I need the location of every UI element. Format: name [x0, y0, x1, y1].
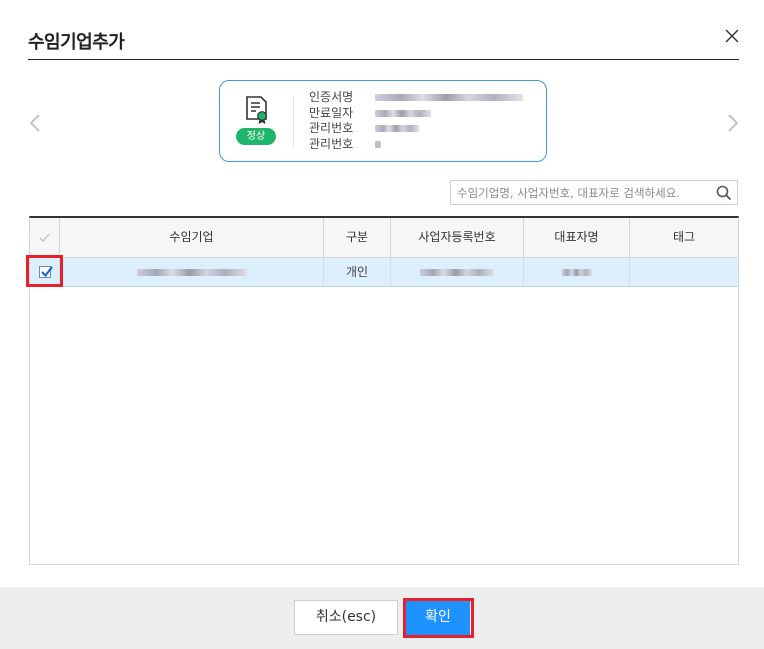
next-certificate-arrow-icon[interactable] [726, 112, 740, 134]
certificate-manage-no-label: 관리번호 [309, 121, 354, 135]
certificate-expiry-label: 만료일자 [309, 105, 354, 120]
search-input[interactable] [451, 181, 711, 204]
certificate-expiry-value-redacted [375, 109, 431, 117]
column-header-representative[interactable]: 대표자명 [524, 218, 630, 257]
client-company-table: 수임기업 구분 사업자등록번호 대표자명 태그 개인 [29, 216, 739, 565]
certificate-card[interactable]: 정상 인증서명 만료일자 관리번호 관리번호 [219, 80, 547, 162]
search-box[interactable] [450, 180, 738, 205]
business-number-redacted [420, 268, 494, 276]
title-divider [28, 59, 739, 60]
dialog-title: 수임기업추가 [28, 32, 125, 53]
certificate-manage-no-value-2-redacted [375, 140, 381, 148]
close-icon[interactable] [724, 28, 740, 44]
row-representative-cell [524, 258, 630, 286]
certificate-manage-no-value-redacted [375, 125, 419, 133]
row-type-cell: 개인 [324, 258, 391, 286]
representative-redacted [561, 268, 592, 276]
search-icon[interactable] [715, 184, 733, 202]
certificate-name-label: 인증서명 [309, 90, 354, 104]
column-header-type[interactable]: 구분 [324, 218, 391, 257]
dialog-footer: 취소(esc) 확인 [0, 587, 764, 649]
select-all-header[interactable] [30, 218, 60, 257]
table-row[interactable]: 개인 [30, 258, 738, 287]
certificate-values [375, 90, 523, 152]
row-company-cell [60, 258, 324, 286]
table-header: 수임기업 구분 사업자등록번호 대표자명 태그 [30, 218, 738, 258]
company-name-redacted [136, 268, 247, 276]
row-tag-cell [630, 258, 738, 286]
certificate-divider [293, 95, 294, 147]
cancel-button[interactable]: 취소(esc) [294, 600, 398, 635]
certificate-icon [244, 95, 270, 125]
certificate-labels: 인증서명 만료일자 관리번호 관리번호 [309, 90, 353, 152]
column-header-business-number[interactable]: 사업자등록번호 [391, 218, 524, 257]
column-header-company[interactable]: 수임기업 [60, 218, 324, 257]
row-business-number-cell [391, 258, 524, 286]
prev-certificate-arrow-icon[interactable] [28, 112, 42, 134]
select-all-check-icon[interactable] [38, 231, 51, 244]
column-header-tag[interactable]: 태그 [630, 218, 738, 257]
confirm-highlight-box [403, 598, 474, 638]
certificate-status-badge: 정상 [236, 128, 276, 145]
checkbox-highlight-box [26, 255, 63, 287]
certificate-name-value-redacted [375, 94, 523, 102]
certificate-manage-no-label-2: 관리번호 [309, 136, 354, 151]
